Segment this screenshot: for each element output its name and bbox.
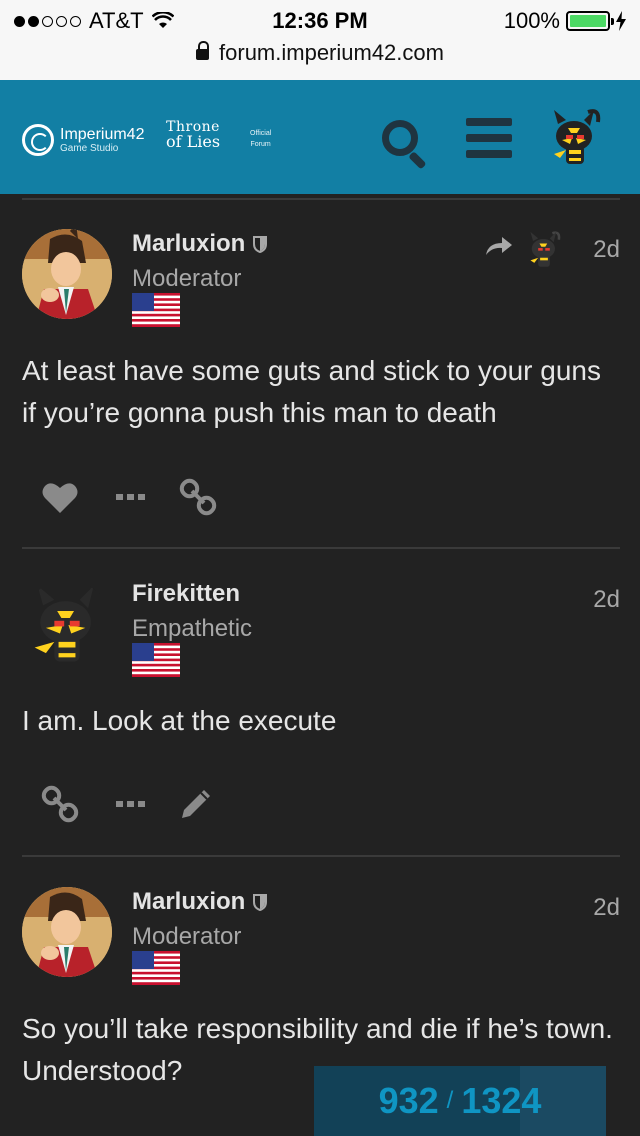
reply-to-avatar-icon[interactable]: [524, 228, 564, 272]
post-date[interactable]: 2d: [593, 586, 620, 614]
imperium42-emblem-icon: [22, 124, 54, 156]
us-flag-icon: [132, 643, 180, 677]
topic-progress[interactable]: 932 / 1324: [314, 1066, 606, 1136]
username[interactable]: Marluxion: [132, 888, 268, 916]
reply-arrow-icon[interactable]: [484, 233, 514, 257]
progress-total: 1324: [461, 1080, 542, 1121]
edit-icon[interactable]: [176, 784, 216, 824]
link-icon[interactable]: [178, 477, 218, 517]
us-flag-icon: [132, 951, 180, 985]
moderator-shield-icon: [253, 235, 268, 253]
moderator-shield-icon: [253, 893, 268, 911]
username[interactable]: Marluxion: [132, 230, 268, 258]
progress-slash: /: [446, 1087, 454, 1114]
username-text: Marluxion: [132, 888, 246, 915]
avatar[interactable]: [22, 580, 112, 670]
more-icon[interactable]: [110, 784, 150, 824]
url-text: forum.imperium42.com: [219, 40, 444, 65]
progress-counter: 932 / 1324: [314, 1066, 606, 1136]
user-avatar-button[interactable]: [544, 106, 606, 170]
game-logo-line2: of Lies: [166, 132, 221, 151]
marluxion-avatar-icon: [22, 887, 112, 977]
official-label-line2: Forum: [250, 140, 271, 148]
official-label-line1: Official: [250, 130, 272, 137]
avatar[interactable]: [22, 887, 112, 977]
firekitten-avatar-icon: [34, 585, 102, 662]
battery-area: 100%: [504, 8, 626, 34]
hamburger-menu-button[interactable]: [466, 118, 512, 162]
link-icon[interactable]: [40, 784, 80, 824]
more-icon[interactable]: [110, 477, 150, 517]
us-flag-icon: [132, 293, 180, 327]
marluxion-avatar-icon: [22, 229, 112, 319]
brand-subtitle: Game Studio: [60, 142, 119, 154]
user-title: Empathetic: [132, 615, 253, 642]
post-date[interactable]: 2d: [593, 236, 620, 264]
ios-status-bar: AT&T 12:36 PM 100% forum.imperium42.com: [0, 0, 640, 80]
throne-of-lies-logo[interactable]: Throne of Lies: [166, 120, 220, 150]
username[interactable]: Firekitten: [132, 580, 240, 608]
divider: [22, 198, 620, 200]
site-header: Imperium42 Game Studio Throne of Lies Of…: [0, 80, 640, 194]
brand-name: Imperium42: [60, 125, 145, 143]
imperium42-logo[interactable]: Imperium42 Game Studio: [22, 124, 144, 156]
search-icon: [382, 120, 418, 156]
search-button[interactable]: [378, 116, 432, 170]
lock-icon: [196, 41, 210, 60]
litten-avatar-icon: [554, 109, 601, 164]
post-body: At least have some guts and stick to you…: [22, 355, 601, 428]
divider: [22, 547, 620, 549]
battery-icon: [566, 11, 614, 31]
user-title: Moderator: [132, 265, 242, 292]
official-forum-label: Official Forum: [250, 129, 271, 150]
charging-bolt-icon: [616, 11, 626, 31]
post-date[interactable]: 2d: [593, 894, 620, 922]
address-bar[interactable]: forum.imperium42.com: [0, 40, 640, 66]
user-title: Moderator: [132, 923, 242, 950]
post-body: I am. Look at the execute: [22, 705, 337, 736]
like-icon[interactable]: [40, 477, 80, 517]
username-text: Marluxion: [132, 230, 246, 257]
battery-percent: 100%: [503, 8, 560, 33]
avatar[interactable]: [22, 229, 112, 319]
username-text: Firekitten: [132, 580, 241, 607]
divider: [22, 855, 620, 857]
progress-current: 932: [378, 1080, 439, 1121]
